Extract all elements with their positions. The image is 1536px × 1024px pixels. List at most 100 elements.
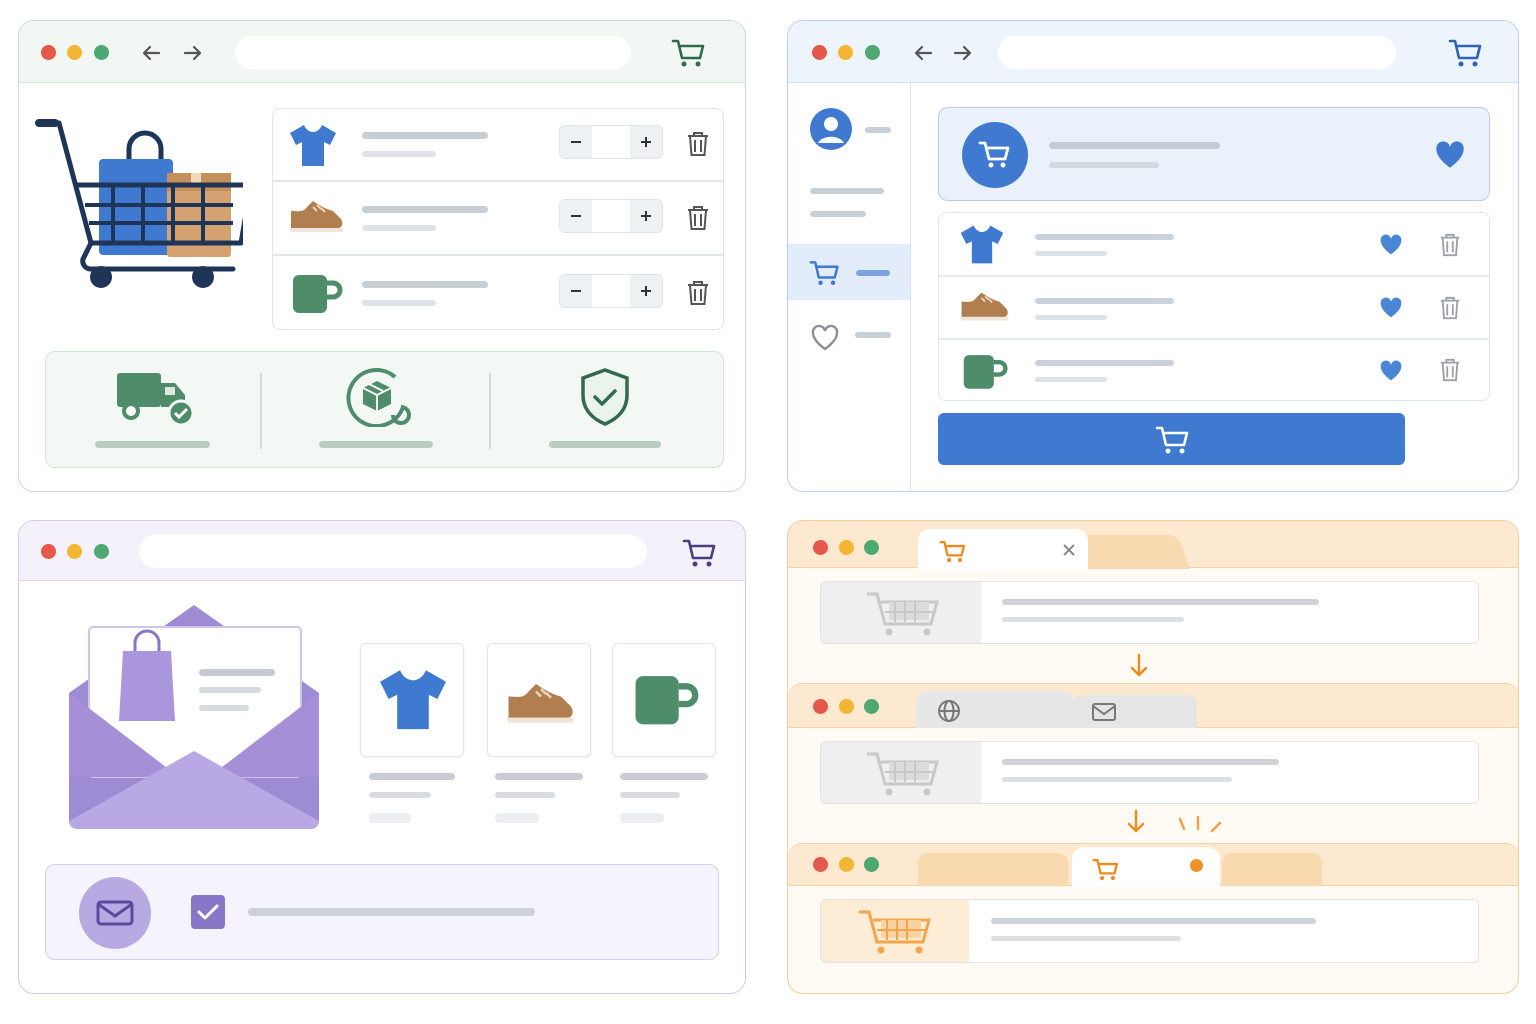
close-dot[interactable] bbox=[41, 45, 56, 60]
cart-icon bbox=[1092, 857, 1120, 882]
product-price-line bbox=[495, 813, 539, 823]
feature-label-line bbox=[549, 441, 661, 448]
sidebar-item-cart[interactable] bbox=[788, 244, 910, 300]
page-title-line bbox=[1002, 759, 1279, 765]
add-to-cart-button[interactable] bbox=[938, 413, 1405, 465]
item-title-line bbox=[1035, 234, 1174, 240]
profile-label-line bbox=[865, 127, 891, 133]
address-bar[interactable] bbox=[139, 535, 647, 568]
close-dot[interactable] bbox=[813, 699, 828, 714]
favorite-heart-icon[interactable] bbox=[1378, 295, 1404, 319]
decrease-button[interactable] bbox=[560, 200, 592, 232]
maximize-dot[interactable] bbox=[864, 540, 879, 555]
cart-icon[interactable] bbox=[1448, 37, 1484, 69]
product-price-line bbox=[369, 813, 411, 823]
minimize-dot[interactable] bbox=[838, 45, 853, 60]
page-subtitle-line bbox=[1002, 777, 1232, 782]
product-subtitle-line bbox=[620, 792, 680, 798]
increase-button[interactable] bbox=[630, 275, 662, 307]
profile-icon[interactable] bbox=[809, 107, 853, 151]
divider bbox=[939, 338, 1489, 340]
address-bar[interactable] bbox=[235, 36, 631, 69]
back-arrow-icon[interactable] bbox=[911, 41, 935, 65]
increase-button[interactable] bbox=[630, 200, 662, 232]
minimize-dot[interactable] bbox=[839, 699, 854, 714]
minimize-dot[interactable] bbox=[67, 544, 82, 559]
shoe-icon bbox=[958, 289, 1012, 325]
address-bar[interactable] bbox=[998, 36, 1396, 69]
subscribe-checkbox[interactable] bbox=[190, 894, 226, 930]
cart-icon[interactable] bbox=[671, 37, 707, 69]
mug-icon bbox=[633, 671, 699, 727]
shoe-icon bbox=[503, 679, 579, 729]
minimize-dot[interactable] bbox=[839, 857, 854, 872]
sidebar-line bbox=[810, 211, 866, 217]
trash-icon[interactable] bbox=[1438, 357, 1462, 383]
feature-label-line bbox=[95, 441, 210, 448]
featured-title-line bbox=[1049, 142, 1220, 149]
decrease-button[interactable] bbox=[560, 275, 592, 307]
cart-icon bbox=[1155, 426, 1189, 454]
back-arrow-icon[interactable] bbox=[139, 41, 163, 65]
close-dot[interactable] bbox=[41, 544, 56, 559]
trash-icon[interactable] bbox=[685, 279, 711, 307]
background-tab[interactable] bbox=[918, 853, 1068, 886]
sidebar-line bbox=[855, 332, 891, 338]
background-tab[interactable] bbox=[1222, 853, 1322, 886]
tshirt-icon bbox=[958, 222, 1006, 266]
down-arrow-icon bbox=[1127, 653, 1151, 679]
feature-label-line bbox=[319, 441, 433, 448]
subscribe-label-line bbox=[248, 908, 535, 916]
maximize-dot[interactable] bbox=[864, 699, 879, 714]
cart-icon bbox=[809, 258, 841, 288]
forward-arrow-icon[interactable] bbox=[951, 41, 975, 65]
trash-icon[interactable] bbox=[1438, 232, 1462, 258]
close-tab-icon[interactable] bbox=[1061, 542, 1077, 558]
shoe-icon bbox=[287, 197, 347, 237]
item-title-line bbox=[362, 281, 488, 288]
item-title-line bbox=[362, 206, 488, 213]
down-arrow-icon bbox=[1124, 809, 1148, 835]
item-title-line bbox=[362, 132, 488, 139]
favorite-heart-icon[interactable] bbox=[1378, 232, 1404, 256]
close-dot[interactable] bbox=[813, 857, 828, 872]
heart-icon[interactable] bbox=[810, 323, 840, 351]
maximize-dot[interactable] bbox=[94, 544, 109, 559]
trash-icon[interactable] bbox=[685, 130, 711, 158]
minimize-dot[interactable] bbox=[67, 45, 82, 60]
close-dot[interactable] bbox=[813, 540, 828, 555]
maximize-dot[interactable] bbox=[864, 857, 879, 872]
trash-icon[interactable] bbox=[1438, 295, 1462, 321]
item-subtitle-line bbox=[362, 300, 436, 306]
mug-icon bbox=[291, 271, 343, 315]
tshirt-icon bbox=[374, 666, 452, 732]
background-tab[interactable] bbox=[1074, 535, 1190, 569]
page-subtitle-line bbox=[991, 936, 1181, 941]
maximize-dot[interactable] bbox=[865, 45, 880, 60]
divider bbox=[939, 275, 1489, 277]
forward-arrow-icon[interactable] bbox=[181, 41, 205, 65]
divider bbox=[273, 180, 723, 182]
divider bbox=[260, 373, 262, 449]
favorite-heart-icon[interactable] bbox=[1378, 358, 1404, 382]
item-subtitle-line bbox=[1035, 251, 1107, 256]
page-subtitle-line bbox=[1002, 617, 1184, 622]
divider bbox=[489, 373, 491, 449]
cart-icon bbox=[867, 592, 939, 636]
sidebar-line bbox=[810, 188, 884, 194]
product-title-line bbox=[620, 773, 708, 780]
trash-icon[interactable] bbox=[685, 204, 711, 232]
maximize-dot[interactable] bbox=[94, 45, 109, 60]
cart-thumbnail bbox=[821, 582, 981, 643]
mail-badge-icon bbox=[78, 876, 152, 950]
decrease-button[interactable] bbox=[560, 126, 592, 158]
notification-dot bbox=[1190, 859, 1203, 872]
minimize-dot[interactable] bbox=[839, 540, 854, 555]
mail-icon bbox=[1091, 702, 1117, 722]
cart-icon[interactable] bbox=[682, 537, 718, 569]
product-subtitle-line bbox=[369, 792, 431, 798]
increase-button[interactable] bbox=[630, 126, 662, 158]
tab-recovery-window bbox=[787, 520, 1519, 994]
close-dot[interactable] bbox=[812, 45, 827, 60]
favorite-heart-icon[interactable] bbox=[1433, 138, 1467, 170]
